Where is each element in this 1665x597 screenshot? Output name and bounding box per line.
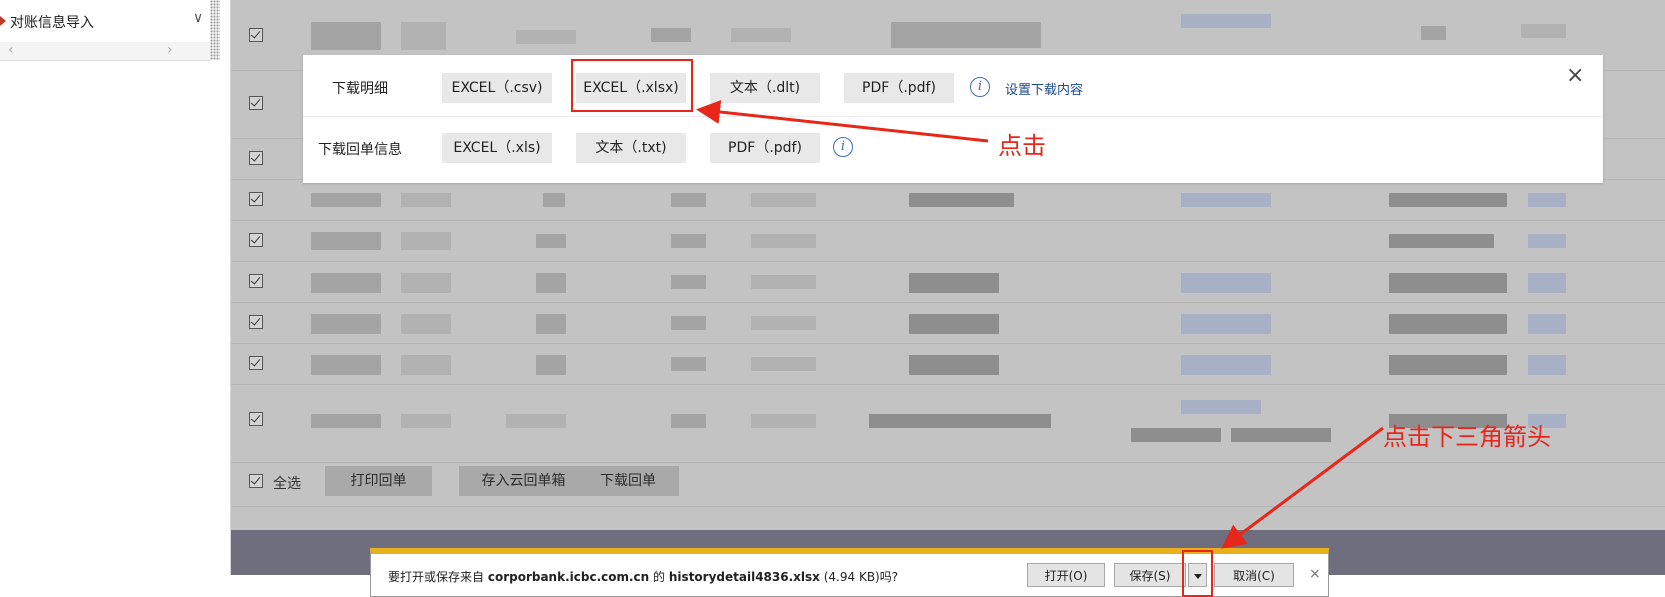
arrow-to-dropdown (1221, 426, 1384, 549)
annotation-arrows (696, 100, 1384, 549)
arrow-to-xlsx (696, 100, 989, 143)
